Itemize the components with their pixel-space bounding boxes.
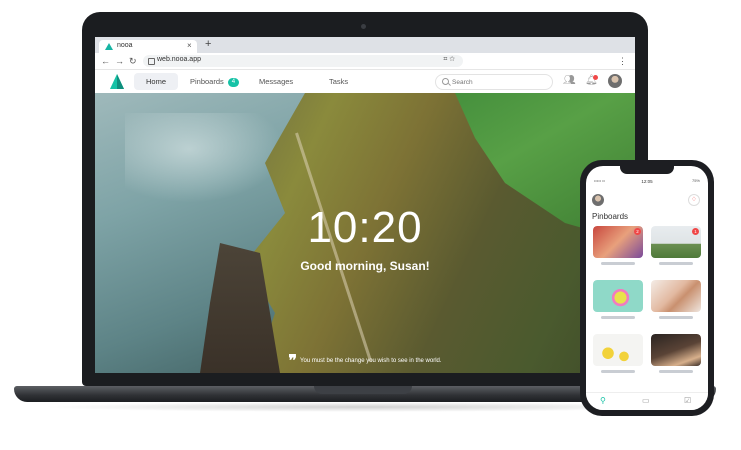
pinboard-card[interactable]: 2 xyxy=(593,226,643,270)
search-icon xyxy=(442,78,449,85)
back-button[interactable]: ← xyxy=(101,55,110,67)
browser-menu-icon[interactable]: ⋮ xyxy=(618,55,627,67)
lock-icon xyxy=(148,58,155,65)
phone-bell-icon[interactable]: ♢ xyxy=(688,194,700,206)
pinboard-card[interactable] xyxy=(651,280,701,324)
card-image xyxy=(651,334,701,366)
new-tab-button[interactable]: + xyxy=(205,38,211,51)
greeting-text: Good morning, Susan! xyxy=(300,259,430,273)
daily-quote: ❞ You must be the change you wish to see … xyxy=(95,351,635,371)
url-field[interactable]: web.nooa.app ⌗ ☆ xyxy=(143,55,463,67)
phone-pin-icon[interactable]: ⚲ xyxy=(600,396,606,406)
reload-button[interactable]: ↻ xyxy=(129,55,137,67)
user-avatar[interactable] xyxy=(608,74,622,88)
pinboards-badge: 4 xyxy=(227,78,240,87)
quote-icon: ❞ xyxy=(288,353,298,370)
card-title-placeholder xyxy=(601,316,635,319)
tab-close-icon[interactable]: × xyxy=(187,41,192,50)
laptop-notch xyxy=(314,386,412,394)
people-icon[interactable]: 👥︎ xyxy=(563,75,576,87)
url-text: web.nooa.app xyxy=(157,56,201,63)
card-title-placeholder xyxy=(659,316,693,319)
app-header: Home Pinboards4 Messages Tasks 👥︎ 🔔︎ xyxy=(95,70,635,93)
nav-tasks[interactable]: Tasks xyxy=(329,73,348,90)
forward-button[interactable]: → xyxy=(115,55,124,67)
card-image xyxy=(593,334,643,366)
phone-title: Pinboards xyxy=(592,212,629,221)
pinboard-card[interactable] xyxy=(651,334,701,378)
phone-avatar[interactable] xyxy=(592,194,604,206)
laptop-camera xyxy=(361,24,366,29)
card-title-placeholder xyxy=(601,262,635,265)
nav-pinboards-label: Pinboards xyxy=(190,77,224,86)
browser-addressbar: ← → ↻ web.nooa.app ⌗ ☆ ⋮ xyxy=(95,53,635,70)
laptop-screen: nooa × + ← → ↻ web.nooa.app ⌗ ☆ ⋮ Home P… xyxy=(95,37,635,373)
phone-chat-icon[interactable]: ▭ xyxy=(642,396,650,406)
card-badge: 1 xyxy=(692,228,699,235)
nooa-favicon-icon xyxy=(105,43,113,50)
phone-tasks-icon[interactable]: ☑ xyxy=(684,396,691,406)
nav-pinboards[interactable]: Pinboards 4 xyxy=(190,73,240,90)
nooa-logo-icon[interactable] xyxy=(108,74,126,89)
pinboard-card[interactable] xyxy=(593,280,643,324)
card-title-placeholder xyxy=(601,370,635,373)
card-title-placeholder xyxy=(659,370,693,373)
phone-battery: 75% xyxy=(691,178,700,183)
card-title-placeholder xyxy=(659,262,693,265)
phone-screen: ••••• •• 12:05 75% ♢ Pinboards 2 1 ⚲ ▭ ☑ xyxy=(586,166,708,410)
phone-notch xyxy=(620,166,674,174)
nav-home[interactable]: Home xyxy=(134,73,178,90)
card-image xyxy=(651,280,701,312)
nav-messages[interactable]: Messages xyxy=(259,73,293,90)
phone-time: 12:05 xyxy=(641,179,653,184)
pinboard-card[interactable]: 1 xyxy=(651,226,701,270)
clock-time: 10:20 xyxy=(307,203,423,252)
notification-dot xyxy=(593,75,598,80)
pinboard-card[interactable] xyxy=(593,334,643,378)
card-image xyxy=(593,280,643,312)
browser-tabbar: nooa × + xyxy=(95,37,635,53)
card-badge: 2 xyxy=(634,228,641,235)
search-field[interactable] xyxy=(435,74,553,90)
search-input[interactable] xyxy=(452,75,548,89)
phone-tabbar: ⚲ ▭ ☑ xyxy=(586,392,708,410)
hero-background: 10:20 Good morning, Susan! ❞ You must be … xyxy=(95,93,635,373)
browser-tab[interactable]: nooa × xyxy=(99,40,197,53)
bookmark-star-icon[interactable]: ⌗ ☆ xyxy=(443,56,455,64)
tab-title: nooa xyxy=(117,42,133,49)
quote-text: You must be the change you wish to see i… xyxy=(300,358,442,364)
sea-glint xyxy=(125,113,285,203)
